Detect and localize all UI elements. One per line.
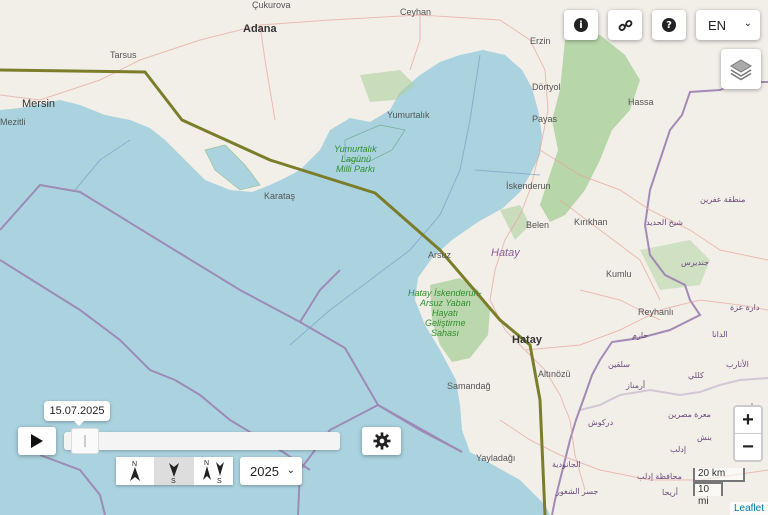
map-label: محافظة إدلب — [637, 472, 682, 481]
zoom-in-button[interactable]: + — [735, 407, 761, 434]
layers-icon — [730, 59, 752, 81]
timeline-slider-handle[interactable] — [70, 428, 99, 454]
zoom-control: + − — [733, 405, 763, 462]
chevron-down-icon: ⌄ — [743, 18, 752, 29]
map-label: كللي — [688, 371, 704, 380]
map-label: Kırıkhan — [574, 217, 608, 227]
play-icon — [31, 434, 43, 448]
north-up-button[interactable]: N — [116, 457, 155, 485]
map-label: الأتارب — [726, 359, 749, 369]
map-label: Adana — [243, 23, 278, 35]
map-label: Hassa — [628, 97, 654, 107]
map-label: Yayladağı — [476, 453, 515, 463]
north-arrow-icon: N — [130, 461, 140, 481]
map-label: Erzin — [530, 36, 551, 46]
north-letter: N — [132, 461, 137, 468]
map-label: Karataş — [264, 191, 296, 201]
park-label: Geliştirme — [425, 318, 466, 328]
map-label: Mezitli — [0, 117, 26, 127]
settings-button[interactable] — [362, 427, 401, 455]
map-label: أريحا — [662, 486, 678, 497]
scale-km: 20 km — [693, 468, 745, 482]
north-south-arrows-icon: N S — [202, 460, 224, 484]
map-label: Ceyhan — [400, 7, 431, 17]
map-label: حارم — [632, 331, 648, 340]
south-letter: S — [217, 478, 222, 484]
layers-button[interactable] — [721, 49, 761, 89]
map-label: منطقة عفرين — [700, 195, 745, 204]
map-label: دارة عزة — [730, 303, 760, 312]
info-icon: i — [574, 18, 588, 32]
map-label: Reyhanlı — [638, 307, 674, 317]
north-letter: N — [204, 460, 209, 467]
map-label: Arsuz — [428, 250, 452, 260]
park-label: Sahası — [431, 328, 460, 338]
map-label: شيخ الحديد — [646, 218, 683, 227]
map-label: جنديرس — [681, 258, 709, 267]
map-label: بنش — [697, 433, 712, 442]
south-letter: S — [171, 478, 176, 483]
map-label: Hatay — [512, 334, 543, 346]
park-label: Hatay İskenderun- — [408, 288, 482, 298]
both-directions-button[interactable]: N S — [194, 457, 233, 485]
park-label: Yumurtalık — [334, 144, 377, 154]
info-button[interactable]: i — [564, 10, 598, 40]
year-value: 2025 — [250, 463, 279, 479]
map-label: Altınözü — [538, 369, 571, 379]
park-label: Milli Parkı — [336, 164, 376, 174]
map-label: Yumurtalık — [387, 110, 430, 120]
language-select[interactable]: EN ⌄ — [696, 10, 760, 40]
timeline-slider[interactable] — [64, 432, 340, 450]
map-label: Belen — [526, 220, 549, 230]
map-label: جسر الشغور — [555, 487, 598, 496]
map-label: Dörtyol — [532, 82, 561, 92]
map-label: دركوش — [588, 418, 614, 427]
map-label: Mersin — [22, 98, 55, 110]
help-button[interactable]: ? — [652, 10, 686, 40]
link-icon — [618, 19, 632, 31]
map-label: Kumlu — [606, 269, 632, 279]
chevron-down-icon: ⌄ — [286, 465, 295, 476]
map-label: Payas — [532, 114, 558, 124]
park-label: Hayatı — [432, 308, 459, 318]
play-button[interactable] — [18, 427, 56, 455]
date-tooltip: 15.07.2025 — [44, 401, 110, 426]
map-label: الجانودية — [552, 460, 581, 469]
scale-mi: 10 mi — [693, 482, 723, 507]
map-label: معرة مصرين — [668, 410, 711, 419]
map-label: الدانا — [712, 330, 728, 339]
park-label: Arsuz Yaban — [419, 298, 471, 308]
share-link-button[interactable] — [608, 10, 642, 40]
zoom-out-button[interactable]: − — [735, 434, 761, 460]
park-label: Lagünü — [341, 154, 371, 164]
attribution-link[interactable]: Leaflet — [729, 502, 768, 515]
map-label: إدلب — [670, 445, 686, 454]
south-up-button[interactable]: S — [155, 457, 194, 485]
language-value: EN — [708, 17, 727, 33]
map-label: سلقين — [608, 360, 630, 369]
map-label: Tarsus — [110, 50, 137, 60]
map-label: Çukurova — [252, 0, 291, 10]
map-label: İskenderun — [506, 181, 551, 191]
help-icon: ? — [662, 18, 676, 32]
map-label: Samandağ — [447, 381, 491, 391]
gear-icon — [372, 432, 391, 450]
year-select[interactable]: 2025 ⌄ — [240, 457, 302, 485]
south-arrow-icon: S — [169, 463, 179, 483]
map-label: Hatay — [491, 247, 521, 259]
orientation-toggle: N S N S — [116, 457, 233, 485]
map-label: أرمناز — [625, 379, 645, 390]
